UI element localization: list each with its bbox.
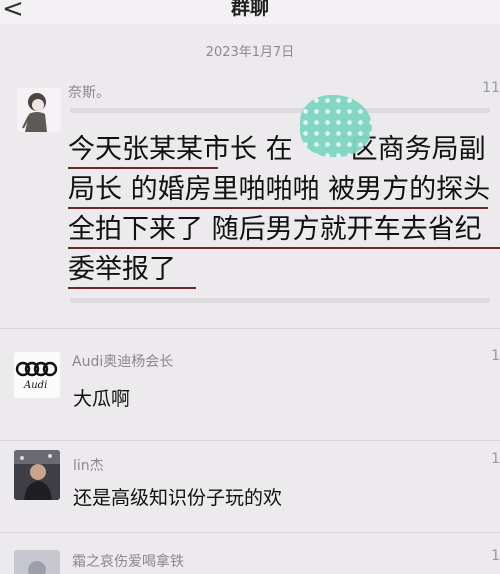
sender-name: 奈斯。 [68, 85, 110, 101]
message-divider [0, 328, 500, 329]
sender-name: lin杰 [73, 458, 104, 474]
avatar[interactable] [14, 550, 60, 574]
profile-photo-avatar-icon [14, 550, 60, 574]
message-time: 11 [482, 80, 500, 96]
message-item: lin杰 1 还是高级知识份子玩的欢 [0, 445, 500, 540]
message-line: 局长 的婚房里啪啪啪 被男方的探头 [68, 174, 491, 205]
date-separator: 2023年1月7日 [205, 45, 295, 60]
underline-mark [68, 207, 488, 209]
person-photo-avatar-icon [14, 450, 60, 500]
message-item: Audi Audi奥迪杨会长 1 大瓜啊 [0, 340, 500, 435]
message-time: 1 [491, 451, 500, 467]
mosaic-censor-patch [300, 95, 372, 157]
message-text: 还是高级知识份子玩的欢 [73, 487, 283, 509]
avatar[interactable] [14, 450, 60, 500]
redacted-bar [70, 108, 490, 113]
message-text: 大瓜啊 [73, 388, 131, 410]
underline-mark [68, 287, 196, 289]
message-item: 霜之哀伤爱喝拿铁 1 [0, 540, 500, 574]
message-line: 全拍下来了 随后男方就开车去省纪 [68, 214, 482, 245]
chat-title: 群聊 [230, 0, 269, 19]
avatar-caption: Audi [23, 380, 47, 391]
avatar[interactable] [17, 88, 61, 132]
audi-logo-icon: Audi [14, 352, 60, 398]
message-line: 区商务局副 [350, 134, 486, 165]
sender-name: Audi奥迪杨会长 [72, 354, 174, 370]
anime-character-avatar-icon [17, 88, 61, 132]
message-divider [0, 532, 500, 533]
message-text: 今天张某某市长 在 区商务局副 局长 的婚房里啪啪啪 被男方的探头 全拍下来了 随… [68, 130, 500, 290]
underline-mark [68, 167, 218, 169]
message-line: 今天张某某市长 在 [68, 134, 293, 165]
avatar[interactable]: Audi [14, 352, 60, 398]
sender-name: 霜之哀伤爱喝拿铁 [72, 554, 184, 570]
message-item: 奈斯。 11 今天张某某市长 在 区商务局副 局长 的婚房里啪啪啪 被男方的探头 … [0, 70, 500, 320]
message-line: 委举报了 [68, 254, 176, 285]
top-bar: < 群聊 [0, 0, 500, 24]
underline-mark [68, 247, 500, 249]
message-time: 1 [491, 548, 500, 564]
message-time: 1 [491, 348, 500, 364]
redacted-bar [70, 298, 490, 303]
message-divider [0, 440, 500, 441]
